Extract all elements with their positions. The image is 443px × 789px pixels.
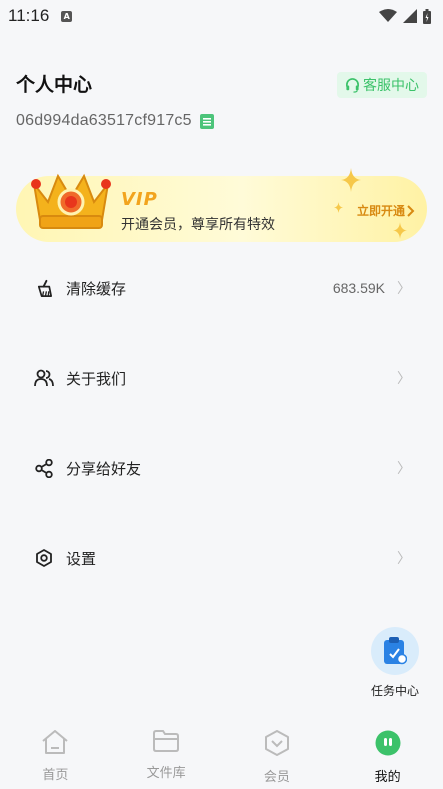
customer-service-button[interactable]: 客服中心 <box>337 72 427 98</box>
task-center-label: 任务中心 <box>370 684 419 698</box>
clipboard-icon <box>384 637 407 665</box>
menu-label-about-us: 关于我们 <box>66 369 127 388</box>
tab-home[interactable]: 首页 <box>0 720 111 789</box>
sparkle-icon <box>334 202 343 213</box>
vip-open-button[interactable]: 立即开通 <box>357 202 415 219</box>
sparkle-icon <box>341 168 361 192</box>
menu-item-settings[interactable]: 设置 〉 <box>0 513 443 603</box>
status-time: 11:16 <box>8 6 50 25</box>
vip-description: 开通会员，尊享所有特效 <box>121 217 275 233</box>
wifi-icon <box>379 9 397 22</box>
signal-icon <box>403 9 417 23</box>
vip-title: VIP <box>121 189 158 210</box>
menu-label-settings: 设置 <box>66 549 97 568</box>
crown-icon <box>31 173 111 229</box>
gear-icon <box>34 548 54 568</box>
chevron-right-icon: 〉 <box>397 371 411 387</box>
tab-mine[interactable]: 我的 <box>332 720 443 789</box>
tab-label-home: 首页 <box>42 768 69 783</box>
member-icon <box>264 730 289 756</box>
tab-label-files: 文件库 <box>146 766 186 781</box>
copy-icon[interactable] <box>199 113 214 129</box>
task-center-button[interactable]: 任务中心 <box>368 627 422 699</box>
headset-icon <box>346 77 359 93</box>
home-icon <box>42 730 69 754</box>
menu-item-clear-cache[interactable]: 清除缓存 683.59K 〉 <box>0 243 443 333</box>
status-icons <box>379 8 431 24</box>
chevron-right-icon: 〉 <box>397 551 411 567</box>
folder-icon <box>153 730 180 752</box>
vip-open-label: 立即开通 <box>356 204 405 218</box>
bottom-tab-bar: 首页 文件库 会员 我的 <box>0 720 443 789</box>
vip-banner[interactable]: VIP 开通会员，尊享所有特效 立即开通 <box>16 168 427 242</box>
user-id: 06d994da63517cf917c5 <box>16 112 192 129</box>
customer-service-label: 客服中心 <box>363 78 419 94</box>
page-title: 个人中心 <box>16 74 93 96</box>
chevron-right-icon: 〉 <box>397 461 411 477</box>
broom-icon <box>34 278 54 298</box>
tab-label-member: 会员 <box>263 770 290 785</box>
chevron-right-icon: 〉 <box>397 281 411 297</box>
share-icon <box>34 458 54 478</box>
menu-label-share: 分享给好友 <box>66 459 142 478</box>
cache-size: 683.59K <box>332 280 385 296</box>
profile-face-icon <box>375 730 401 756</box>
battery-icon <box>423 8 431 24</box>
menu-item-share[interactable]: 分享给好友 〉 <box>0 423 443 513</box>
notification-icon: A <box>61 10 73 22</box>
status-bar: 11:16 A <box>0 0 443 32</box>
task-center-circle <box>371 627 419 675</box>
user-id-row: 06d994da63517cf917c5 <box>16 112 214 130</box>
tab-member[interactable]: 会员 <box>222 720 333 789</box>
tab-label-mine: 我的 <box>374 770 401 785</box>
menu-item-about-us[interactable]: 关于我们 〉 <box>0 333 443 423</box>
users-icon <box>34 368 54 388</box>
menu-label-clear-cache: 清除缓存 <box>66 279 127 298</box>
sparkle-icon <box>393 222 407 239</box>
tab-files[interactable]: 文件库 <box>111 720 222 789</box>
chevron-right-icon <box>407 204 415 217</box>
